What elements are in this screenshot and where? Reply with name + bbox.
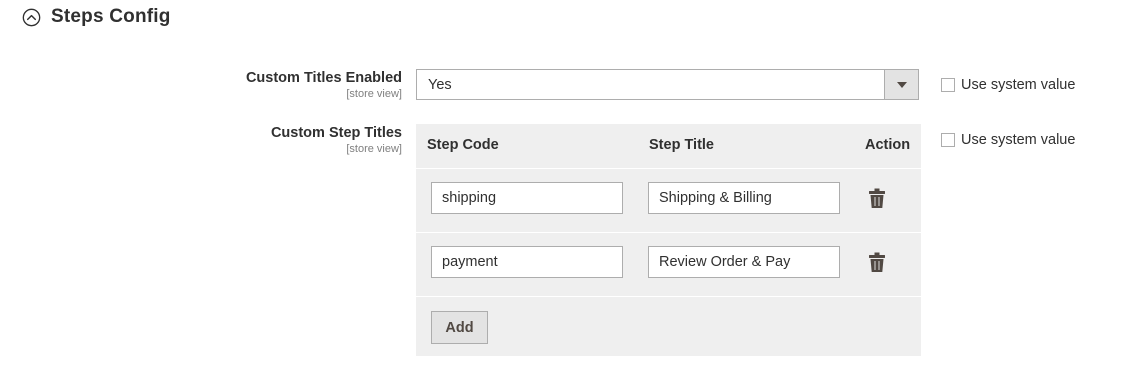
- dropdown-arrow-icon[interactable]: [884, 70, 918, 99]
- custom-titles-use-system-value[interactable]: Use system value: [941, 77, 1075, 93]
- column-header-step-code: Step Code: [427, 137, 499, 153]
- scope-label: [store view]: [346, 143, 402, 155]
- column-header-action: Action: [865, 137, 911, 153]
- step-titles-grid: Step Code Step Title Action shipping Shi…: [416, 124, 921, 356]
- field-label-text: Custom Step Titles: [270, 125, 402, 141]
- chevron-up-circle-icon[interactable]: [22, 8, 41, 27]
- section-title: Steps Config: [51, 6, 171, 27]
- use-system-label: Use system value: [961, 77, 1076, 93]
- trash-icon[interactable]: [867, 251, 887, 273]
- grid-footer: Add: [416, 296, 921, 357]
- section-header-toggle[interactable]: Steps Config: [22, 4, 171, 30]
- step-titles-use-system-value[interactable]: Use system value: [941, 132, 1075, 148]
- step-code-input[interactable]: [431, 246, 623, 278]
- custom-step-titles-label: Custom Step Titles [store view]: [271, 125, 402, 155]
- trash-icon[interactable]: [867, 187, 887, 209]
- table-row: [416, 168, 921, 232]
- field-label-text: Custom Titles Enabled: [245, 70, 402, 86]
- custom-titles-enabled-label: Custom Titles Enabled [store view]: [246, 70, 402, 100]
- grid-header: Step Code Step Title Action: [416, 124, 921, 168]
- use-system-checkbox[interactable]: [941, 133, 955, 147]
- step-title-input[interactable]: [648, 246, 840, 278]
- step-code-input[interactable]: [431, 182, 623, 214]
- column-header-step-title: Step Title: [649, 137, 714, 153]
- select-value: Yes: [428, 76, 452, 93]
- step-title-input[interactable]: [648, 182, 840, 214]
- use-system-label: Use system value: [961, 132, 1076, 148]
- use-system-checkbox[interactable]: [941, 78, 955, 92]
- scope-label: [store view]: [346, 88, 402, 100]
- table-row: [416, 232, 921, 296]
- custom-titles-enabled-select[interactable]: Yes: [416, 69, 919, 100]
- add-row-button[interactable]: Add: [431, 311, 488, 344]
